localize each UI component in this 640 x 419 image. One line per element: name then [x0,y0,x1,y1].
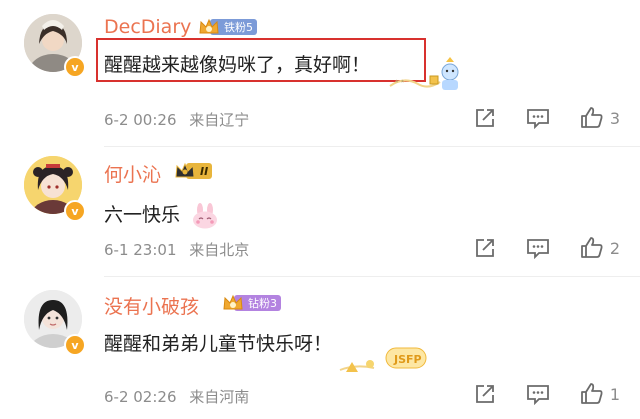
sticker-icon: ⋆⋆ [389,57,459,90]
bunny-emoji-icon [193,202,218,228]
share-icon [475,385,494,403]
comment-meta: 6-2 00:26 来自辽宁 [104,109,249,130]
comment-text: 醒醒和弟弟儿童节快乐呀！ [104,333,333,355]
comment-meta: 6-1 23:01 来自北京 [104,239,249,260]
verified-v-icon: v [64,334,86,356]
sticker-icon: JSFP [339,347,427,372]
comment-meta: 6-2 02:26 来自河南 [104,386,249,407]
thumbs-up-icon [580,383,603,404]
like-button[interactable]: 1 [580,382,620,406]
verified-v-icon: v [64,200,86,222]
comment-actions: 1 [474,382,620,406]
comment-time: 6-2 02:26 [104,388,177,406]
comment-actions: 3 [474,106,620,130]
comment-icon [526,239,549,259]
share-button[interactable] [474,107,496,129]
comment-icon [526,385,549,405]
like-count: 3 [609,108,620,128]
share-icon [475,109,494,127]
username[interactable]: 没有小破孩 [104,292,199,319]
fan-badge[interactable]: 铁粉5 [198,18,257,36]
comment-location: 来自河南 [189,388,250,406]
comment-button[interactable] [526,107,550,129]
comment-time: 6-1 23:01 [104,241,177,259]
like-count: 2 [609,238,620,258]
divider [104,146,640,147]
like-button[interactable]: 2 [580,236,620,260]
username[interactable]: 何小沁 [104,160,161,187]
svg-text:⋆⋆: ⋆⋆ [394,77,405,87]
thumbs-up-icon [580,107,603,128]
verified-v-icon: v [64,56,86,78]
comment-button[interactable] [526,383,550,405]
comment-icon [526,109,549,129]
comment-text-body: 六一快乐 [104,204,181,226]
like-count: 1 [609,384,620,404]
username[interactable]: DecDiary [104,16,191,38]
crown-icon [175,162,195,178]
comment-item: v 没有小破孩 钻粉3 醒醒和弟弟儿童节快乐呀！ JSFP 6-2 02:26 … [0,278,640,419]
like-button[interactable]: 3 [580,106,620,130]
comment-time: 6-2 00:26 [104,111,177,129]
comment-button[interactable] [526,237,550,259]
comment-item: v DecDiary 铁粉5 醒醒越来越像妈咪了，真好啊！ ⋆⋆ 6-2 00:… [0,0,640,147]
comment-actions: 2 [474,236,620,260]
share-button[interactable] [474,383,496,405]
comment-text: 醒醒越来越像妈咪了，真好啊！ [104,54,371,76]
share-icon [475,239,494,257]
fan-badge[interactable]: II [174,162,213,180]
comment-text: 六一快乐 [104,200,220,229]
svg-text:JSFP: JSFP [393,353,422,366]
crown-icon [199,18,219,34]
share-button[interactable] [474,237,496,259]
fan-badge[interactable]: 钻粉3 [222,294,281,312]
crown-icon [223,294,243,310]
comment-item: v 何小沁 II 六一快乐 6-1 23:01 来自北京 2 [0,148,640,278]
thumbs-up-icon [580,237,603,258]
divider [104,276,640,277]
comment-location: 来自北京 [189,241,250,259]
comment-location: 来自辽宁 [189,111,250,129]
